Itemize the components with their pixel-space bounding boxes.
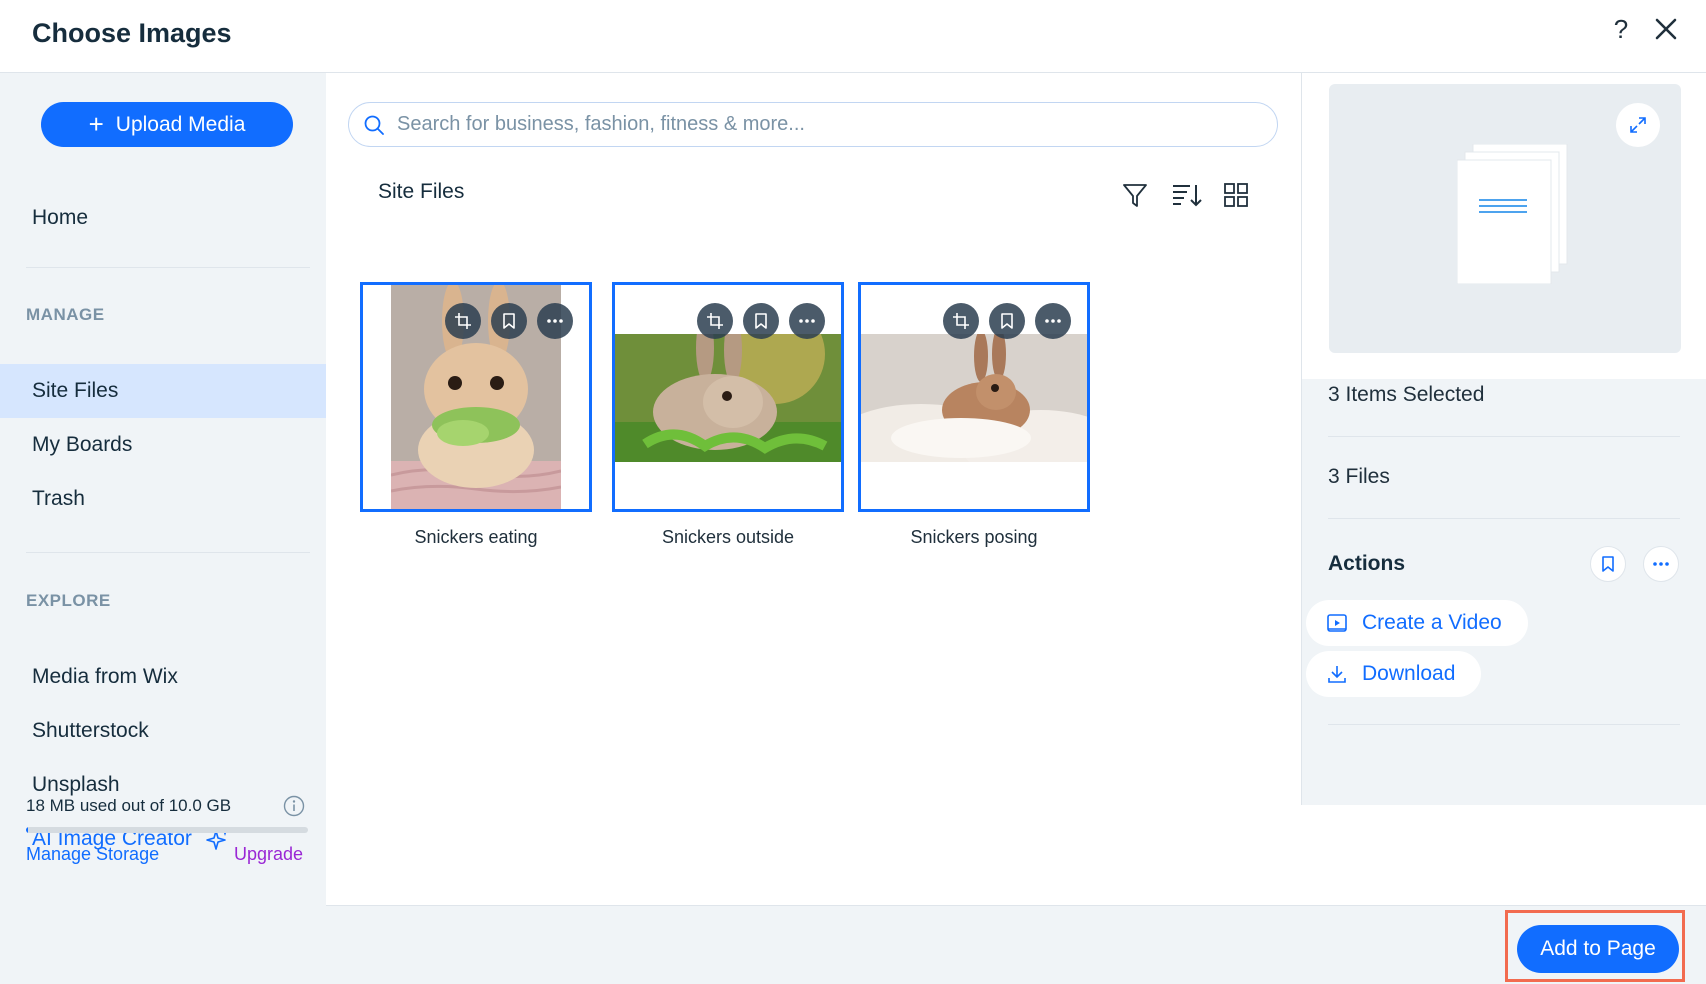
media-card[interactable]: Snickers posing: [858, 282, 1090, 548]
download-button[interactable]: Download: [1306, 651, 1482, 697]
download-icon: [1328, 666, 1346, 683]
bookmark-icon: [503, 313, 515, 329]
grid-view-icon: [1224, 183, 1248, 207]
sidebar-item-home[interactable]: Home: [0, 191, 326, 245]
storage-usage-text: 18 MB used out of 10.0 GB: [26, 796, 232, 815]
upload-media-label: Upload Media: [115, 112, 246, 136]
more-actions-button[interactable]: [1035, 303, 1071, 339]
media-thumbnail[interactable]: [858, 282, 1090, 512]
upload-media-button[interactable]: + Upload Media: [41, 102, 293, 147]
sidebar-item-trash[interactable]: Trash: [0, 472, 326, 526]
actions-title: Actions: [1328, 552, 1406, 575]
dialog-footer: [326, 905, 1706, 984]
save-to-board-button[interactable]: [491, 303, 527, 339]
bookmark-icon: [1001, 313, 1013, 329]
card-actions: [697, 303, 825, 339]
document-icon: [1457, 144, 1568, 284]
crop-icon: [953, 313, 969, 329]
bookmark-icon: [1602, 556, 1614, 572]
manage-storage-link[interactable]: Manage Storage: [26, 844, 159, 865]
search-input[interactable]: [397, 113, 1257, 136]
add-to-page-button[interactable]: Add to Page: [1517, 925, 1679, 973]
search-bar: [348, 102, 1278, 147]
crop-button[interactable]: [697, 303, 733, 339]
sidebar-item-site-files[interactable]: Site Files: [0, 364, 326, 418]
storage-progress-fill: [26, 827, 28, 833]
more-actions-button[interactable]: [537, 303, 573, 339]
filter-button[interactable]: [1120, 180, 1150, 210]
storage-info-button[interactable]: [283, 795, 305, 817]
panel-divider: [1328, 518, 1680, 519]
sidebar-item-media-from-wix[interactable]: Media from Wix: [0, 650, 326, 704]
dialog-title: Choose Images: [32, 18, 232, 48]
card-actions: [943, 303, 1071, 339]
crop-button[interactable]: [943, 303, 979, 339]
media-thumbnail[interactable]: [612, 282, 844, 512]
close-icon: [1655, 18, 1677, 40]
crop-icon: [455, 313, 471, 329]
bookmark-icon: [755, 313, 767, 329]
items-selected-text: 3 Items Selected: [1328, 383, 1485, 406]
media-card[interactable]: Snickers outside: [612, 282, 844, 548]
filter-icon: [1123, 184, 1147, 207]
rabbit-posing-image: [861, 334, 1087, 462]
video-icon: [1327, 614, 1347, 632]
plus-icon: +: [88, 108, 104, 139]
more-icon: [1045, 319, 1061, 323]
media-thumbnail[interactable]: [360, 282, 592, 512]
grid-view-button[interactable]: [1221, 180, 1251, 210]
crop-button[interactable]: [445, 303, 481, 339]
more-icon: [799, 319, 815, 323]
info-icon: [283, 795, 305, 817]
media-card-name: Snickers posing: [910, 527, 1038, 547]
manage-section-label: MANAGE: [26, 305, 105, 324]
sidebar-divider: [26, 267, 310, 268]
sort-button[interactable]: [1170, 180, 1202, 210]
create-video-label: Create a Video: [1362, 611, 1502, 634]
expand-preview-button[interactable]: [1616, 103, 1660, 147]
sidebar-item-my-boards[interactable]: My Boards: [0, 418, 326, 472]
expand-icon: [1630, 117, 1646, 133]
more-actions-button[interactable]: [1643, 546, 1679, 582]
media-card[interactable]: Snickers eating: [360, 282, 592, 548]
upgrade-link[interactable]: Upgrade: [234, 844, 303, 865]
storage-progress-bar: [26, 827, 308, 833]
save-to-board-button[interactable]: [1590, 546, 1626, 582]
download-label: Download: [1362, 662, 1456, 685]
save-to-board-button[interactable]: [989, 303, 1025, 339]
rabbit-outside-image: [615, 334, 841, 462]
panel-divider: [1328, 724, 1680, 725]
more-icon: [1653, 562, 1669, 566]
sidebar-divider: [26, 552, 310, 553]
save-to-board-button[interactable]: [743, 303, 779, 339]
dialog-header: Choose Images ?: [0, 0, 1706, 73]
media-card-name: Snickers outside: [661, 527, 795, 547]
help-button[interactable]: ?: [1608, 14, 1634, 46]
explore-section-label: EXPLORE: [26, 591, 111, 610]
card-actions: [445, 303, 573, 339]
sidebar-item-shutterstock[interactable]: Shutterstock: [0, 704, 326, 758]
panel-divider: [1328, 436, 1680, 437]
media-card-name: Snickers eating: [414, 527, 538, 547]
more-actions-button[interactable]: [789, 303, 825, 339]
files-count-text: 3 Files: [1328, 465, 1390, 488]
more-icon: [547, 319, 563, 323]
crop-icon: [707, 313, 723, 329]
sort-icon: [1173, 185, 1202, 207]
search-icon: [364, 115, 384, 135]
create-video-button[interactable]: Create a Video: [1306, 600, 1528, 646]
folder-title: Site Files: [378, 180, 465, 203]
close-button[interactable]: [1652, 15, 1680, 43]
